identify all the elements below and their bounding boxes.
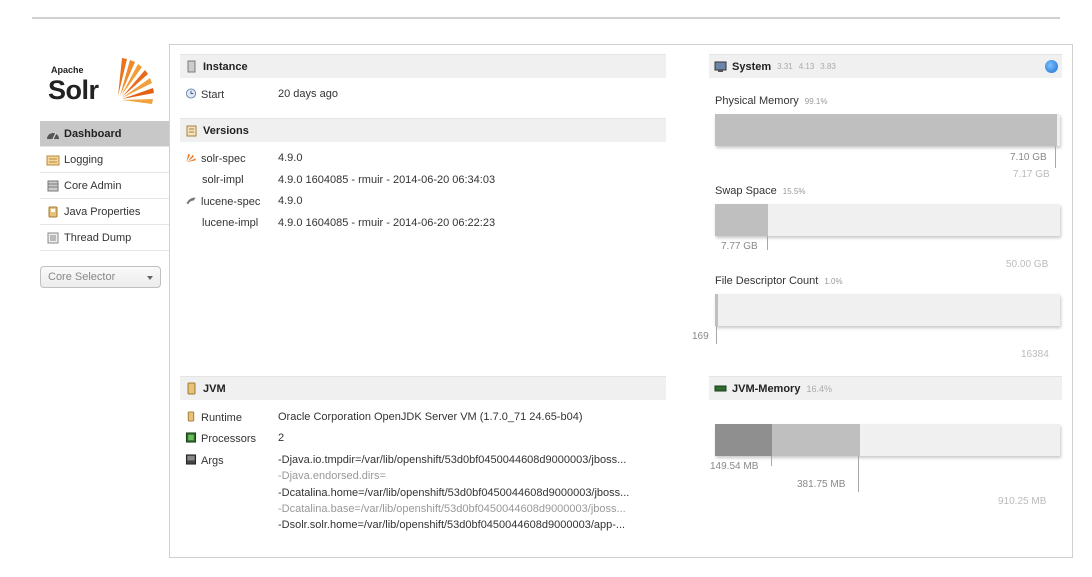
start-value: 20 days ago (278, 88, 338, 100)
jvm-memory-used: 149.54 MB (710, 461, 759, 472)
runtime-value: Oracle Corporation OpenJDK Server VM (1.… (278, 411, 583, 423)
physical-memory-pct: 99.1% (804, 97, 828, 106)
versions-title: Versions (203, 124, 249, 137)
system-load-1: 3.31 (777, 62, 793, 71)
solr-sun-icon (118, 58, 154, 104)
system-load-15: 3.83 (820, 62, 836, 71)
versions-header: Versions (180, 118, 666, 142)
jvm-icon (187, 382, 196, 395)
runtime-icon (187, 411, 195, 422)
logo-solr-text: Solr (48, 75, 99, 105)
physical-memory-fill (715, 114, 1057, 146)
file-descriptor-bar (715, 294, 1060, 326)
terminal-icon (185, 454, 197, 465)
file-descriptor-label: File Descriptor Count 1.0% (715, 275, 843, 287)
physical-memory-title: Physical Memory (715, 95, 799, 107)
jvm-memory-bar (715, 424, 1060, 456)
sidebar-item-label: Dashboard (64, 127, 122, 140)
versions-icon (186, 125, 197, 137)
sidebar-item-label: Thread Dump (64, 231, 132, 244)
file-descriptor-title: File Descriptor Count (715, 275, 819, 287)
reload-icon[interactable] (1045, 60, 1058, 73)
args-label: Args (201, 455, 224, 467)
jvm-memory-committed-tick (858, 456, 859, 492)
file-descriptor-pct: 1.0% (824, 277, 843, 286)
sidebar-item-java-properties[interactable]: Java Properties (40, 199, 169, 225)
jvm-memory-max: 910.25 MB (998, 496, 1047, 507)
physical-memory-tick (1055, 146, 1056, 168)
thread-dump-icon (47, 232, 59, 243)
physical-memory-used: 7.10 GB (1010, 152, 1047, 163)
swap-space-bar (715, 204, 1060, 236)
file-descriptor-total: 16384 (1021, 349, 1049, 360)
instance-header: Instance (180, 54, 666, 78)
core-selector-placeholder: Core Selector (48, 271, 116, 283)
file-descriptor-used: 169 (692, 331, 709, 342)
dashboard-icon (47, 132, 59, 139)
instance-title: Instance (203, 60, 248, 73)
file-descriptor-fill (715, 294, 719, 326)
physical-memory-label: Physical Memory 99.1% (715, 95, 827, 107)
physical-memory-total: 7.17 GB (1013, 169, 1050, 180)
system-load-5: 4.13 (798, 62, 815, 71)
system-title: System (732, 60, 772, 73)
version-value: 4.9.0 1604085 - rmuir - 2014-06-20 06:34… (278, 174, 496, 186)
instance-icon (187, 60, 196, 73)
sidebar-item-core-admin[interactable]: Core Admin (40, 173, 169, 199)
jvm-memory-pct: 16.4% (806, 383, 832, 394)
jvm-header: JVM (180, 376, 666, 400)
sidebar-item-label: Java Properties (64, 205, 141, 218)
start-label: Start (201, 89, 225, 101)
processor-icon (185, 432, 197, 443)
solr-icon (186, 153, 196, 163)
top-divider (32, 17, 1060, 19)
runtime-label: Runtime (201, 412, 242, 424)
swap-space-total: 50.00 GB (1006, 259, 1049, 270)
jvm-arg: -Dsolr.solr.home=/var/lib/openshift/53d0… (278, 519, 626, 531)
version-label: solr-spec (201, 153, 246, 165)
physical-memory-bar (715, 114, 1060, 146)
swap-space-title: Swap Space (715, 185, 777, 197)
swap-space-tick (767, 236, 768, 250)
version-label: lucene-spec (201, 196, 261, 208)
core-selector-dropdown[interactable]: Core Selector (40, 266, 161, 288)
jvm-memory-title: JVM-Memory (732, 382, 801, 395)
sidebar-item-dashboard[interactable]: Dashboard (40, 121, 169, 147)
swap-space-fill (715, 204, 769, 236)
jvm-memory-used-tick (771, 456, 772, 466)
logo-apache-text: Apache (51, 65, 84, 75)
processors-value: 2 (278, 432, 285, 444)
swap-space-pct: 15.5% (782, 187, 806, 196)
jvm-memory-used-fill (715, 424, 772, 456)
java-properties-icon (48, 206, 58, 217)
jvm-memory-header: JVM-Memory 16.4% (709, 376, 1062, 400)
jvm-title: JVM (203, 382, 226, 395)
swap-space-label: Swap Space 15.5% (715, 185, 805, 197)
apache-solr-logo[interactable]: Apache Solr (44, 48, 164, 108)
sidebar-item-thread-dump[interactable]: Thread Dump (40, 225, 169, 251)
jvm-arg: -Dcatalina.home=/var/lib/openshift/53d0b… (278, 487, 630, 499)
memory-chip-icon (714, 385, 727, 392)
swap-space-used: 7.77 GB (721, 241, 758, 252)
core-admin-icon (47, 180, 59, 191)
clock-icon (185, 88, 197, 99)
sidebar-nav: Dashboard Logging Core Admin Java Proper… (40, 121, 169, 251)
jvm-arg: -Dcatalina.base=/var/lib/openshift/53d0b… (278, 503, 626, 515)
logging-icon (46, 155, 60, 165)
jvm-memory-committed: 381.75 MB (797, 479, 846, 490)
version-value: 4.9.0 1604085 - rmuir - 2014-06-20 06:22… (278, 217, 496, 229)
sidebar-item-label: Logging (64, 153, 104, 166)
system-header: System 3.31 4.13 3.83 (709, 54, 1062, 78)
sidebar-item-label: Core Admin (64, 179, 122, 192)
file-descriptor-tick (716, 326, 717, 344)
jvm-arg: -Djava.endorsed.dirs= (278, 470, 386, 482)
jvm-arg: -Djava.io.tmpdir=/var/lib/openshift/53d0… (278, 454, 627, 466)
monitor-icon (714, 61, 727, 72)
processors-label: Processors (201, 433, 257, 445)
lucene-icon (186, 197, 196, 205)
version-value: 4.9.0 (278, 195, 303, 207)
version-value: 4.9.0 (278, 152, 303, 164)
sidebar-item-logging[interactable]: Logging (40, 147, 169, 173)
chevron-down-icon (147, 276, 153, 280)
